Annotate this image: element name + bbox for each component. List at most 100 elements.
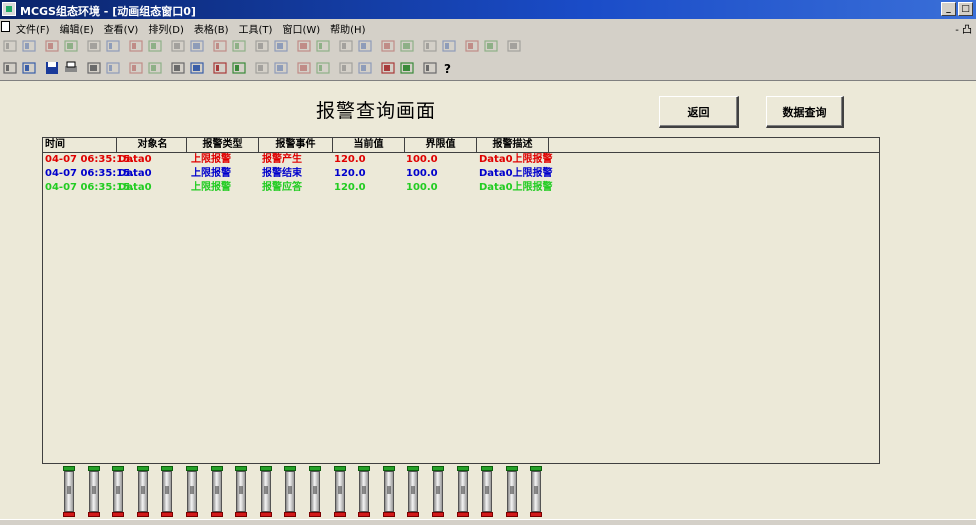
line-icon[interactable]: [254, 60, 270, 76]
menu-item[interactable]: 帮助(H): [330, 21, 365, 36]
column-header[interactable]: 当前值: [333, 138, 405, 152]
print-icon[interactable]: [63, 60, 79, 76]
tube-indicator-icon[interactable]: [333, 466, 347, 518]
menu-item[interactable]: 表格(B): [194, 21, 229, 36]
tube-indicator-icon[interactable]: [234, 466, 248, 518]
tube-indicator-icon[interactable]: [185, 466, 199, 518]
rotate-right-icon[interactable]: [273, 38, 289, 54]
tube-indicator-icon[interactable]: [210, 466, 224, 518]
column-header[interactable]: 报警描述: [477, 138, 549, 152]
undo-icon[interactable]: [170, 60, 186, 76]
table-row[interactable]: 04-07 06:35:15. Data0 上限报警 报警应答 120.0 100.0 Da…: [43, 181, 879, 195]
column-header[interactable]: 界限值: [405, 138, 477, 152]
table-cell: 120.0: [334, 154, 366, 165]
rotate-left-icon[interactable]: [254, 38, 270, 54]
tube-indicator-icon[interactable]: [456, 466, 470, 518]
new-window-icon[interactable]: [2, 60, 18, 76]
document-icon[interactable]: [1, 21, 10, 32]
unlock-icon[interactable]: [483, 38, 499, 54]
tube-indicator-icon[interactable]: [382, 466, 396, 518]
backward-icon[interactable]: [441, 38, 457, 54]
rect-icon[interactable]: [273, 60, 289, 76]
text-icon[interactable]: [315, 60, 331, 76]
same-width-icon[interactable]: [128, 38, 144, 54]
center-v-icon[interactable]: [105, 38, 121, 54]
menu-bar: 文件(F) 编辑(E) 查看(V) 排列(D) 表格(B) 工具(T) 窗口(W) 帮助(H)…: [0, 19, 976, 36]
restore-button[interactable]: □: [958, 2, 973, 16]
label-icon[interactable]: [338, 60, 354, 76]
data-query-button[interactable]: 数据查询: [766, 96, 844, 128]
tube-indicator-icon[interactable]: [308, 466, 322, 518]
forward-icon[interactable]: [422, 38, 438, 54]
menu-item[interactable]: 窗口(W): [282, 21, 320, 36]
table-icon[interactable]: [357, 60, 373, 76]
menu-item[interactable]: 编辑(E): [60, 21, 94, 36]
app-icon[interactable]: [2, 2, 16, 16]
center-h-icon[interactable]: [86, 38, 102, 54]
flip-h-icon[interactable]: [296, 38, 312, 54]
select-icon[interactable]: [231, 60, 247, 76]
table-row[interactable]: 04-07 06:35:15. Data0 上限报警 报警产生 120.0 100.0 Da…: [43, 153, 879, 167]
menu-item[interactable]: 排列(D): [148, 21, 184, 36]
fix-icon[interactable]: [506, 38, 522, 54]
tube-indicator-icon[interactable]: [259, 466, 273, 518]
tube-indicator-icon[interactable]: [431, 466, 445, 518]
open-icon[interactable]: [21, 60, 37, 76]
run-icon[interactable]: [422, 60, 438, 76]
table-cell: 上限报警: [191, 154, 231, 165]
menu-item[interactable]: 查看(V): [104, 21, 139, 36]
save-icon[interactable]: [44, 60, 60, 76]
group-icon[interactable]: [338, 38, 354, 54]
lock-icon[interactable]: [464, 38, 480, 54]
preview-icon[interactable]: [86, 60, 102, 76]
tube-indicator-icon[interactable]: [529, 466, 543, 518]
minimize-button[interactable]: _: [941, 2, 956, 16]
help-icon[interactable]: ?: [441, 60, 457, 76]
table-cell: Data0: [118, 182, 152, 193]
tube-indicator-icon[interactable]: [160, 466, 174, 518]
properties-icon[interactable]: [380, 60, 396, 76]
redo-icon[interactable]: [189, 60, 205, 76]
tube-indicator-icon[interactable]: [406, 466, 420, 518]
tube-indicator-icon[interactable]: [111, 466, 125, 518]
tube-indicator-row: [62, 466, 562, 520]
tube-indicator-icon[interactable]: [480, 466, 494, 518]
align-left-icon[interactable]: [2, 38, 18, 54]
alarm-table[interactable]: 时间 对象名 报警类型 报警事件 当前值 界限值 报警描述 04-07 06:35:15. D…: [42, 137, 880, 464]
bring-front-icon[interactable]: [380, 38, 396, 54]
tools-icon[interactable]: [212, 60, 228, 76]
flip-v-icon[interactable]: [315, 38, 331, 54]
tube-indicator-icon[interactable]: [136, 466, 150, 518]
tube-indicator-icon[interactable]: [505, 466, 519, 518]
align-bottom-icon[interactable]: [63, 38, 79, 54]
tube-indicator-icon[interactable]: [357, 466, 371, 518]
column-header[interactable]: 报警事件: [259, 138, 333, 152]
table-cell: 报警应答: [262, 182, 302, 193]
tube-indicator-icon[interactable]: [283, 466, 297, 518]
column-header[interactable]: 报警类型: [187, 138, 259, 152]
align-top-icon[interactable]: [44, 38, 60, 54]
cut-icon[interactable]: [105, 60, 121, 76]
ellipse-icon[interactable]: [296, 60, 312, 76]
paste-icon[interactable]: [147, 60, 163, 76]
same-height-icon[interactable]: [147, 38, 163, 54]
tube-indicator-icon[interactable]: [87, 466, 101, 518]
copy-icon[interactable]: [128, 60, 144, 76]
grid-icon[interactable]: [231, 38, 247, 54]
column-header[interactable]: 时间: [45, 138, 117, 152]
tube-indicator-icon[interactable]: [62, 466, 76, 518]
ungroup-icon[interactable]: [357, 38, 373, 54]
v-space-icon[interactable]: [212, 38, 228, 54]
table-row[interactable]: 04-07 06:35:15. Data0 上限报警 报警结束 120.0 100.0 Da…: [43, 167, 879, 181]
send-back-icon[interactable]: [399, 38, 415, 54]
menu-item[interactable]: 文件(F): [16, 21, 50, 36]
column-header[interactable]: 对象名: [119, 138, 187, 152]
table-cell: Data0: [118, 154, 152, 165]
mdi-controls[interactable]: - 凸: [955, 21, 972, 36]
h-space-icon[interactable]: [189, 38, 205, 54]
check-icon[interactable]: [399, 60, 415, 76]
return-button[interactable]: 返回: [659, 96, 739, 128]
menu-item[interactable]: 工具(T): [239, 21, 273, 36]
align-right-icon[interactable]: [21, 38, 37, 54]
same-size-icon[interactable]: [170, 38, 186, 54]
